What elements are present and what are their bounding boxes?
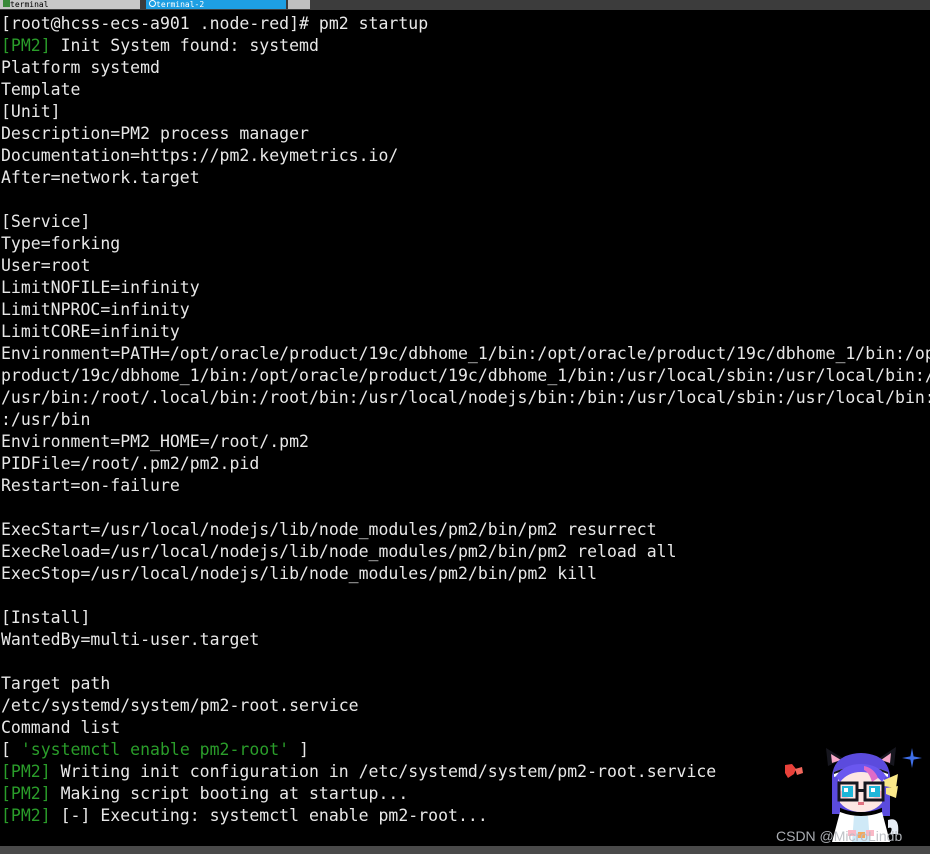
- terminal-segment: [PM2]: [1, 806, 51, 825]
- tab-label: terminal: [10, 0, 49, 9]
- terminal-segment: [-] Executing: systemctl enable pm2-root…: [50, 806, 488, 825]
- terminal-line: Description=PM2 process manager: [1, 124, 309, 143]
- terminal-line: [PM2] [-] Executing: systemctl enable pm…: [0, 805, 930, 827]
- terminal-icon: [149, 0, 156, 7]
- terminal-line: :/usr/bin: [1, 410, 91, 429]
- terminal-line: product/19c/dbhome_1/bin:/opt/oracle/pro…: [1, 366, 930, 385]
- tab-terminal-1[interactable]: terminal: [0, 0, 140, 9]
- terminal-line: [Service]: [1, 212, 91, 231]
- terminal-line: ExecReload=/usr/local/nodejs/lib/node_mo…: [1, 542, 677, 561]
- terminal-line: Restart=on-failure: [1, 476, 180, 495]
- terminal-line: LimitNOFILE=infinity: [1, 278, 200, 297]
- terminal-line: Command list: [1, 718, 121, 737]
- window-tab-strip: terminal terminal-2: [0, 0, 930, 10]
- terminal-segment: Writing init configuration in /etc/syste…: [50, 762, 717, 781]
- terminal-line: Environment=PATH=/opt/oracle/product/19c…: [1, 344, 930, 363]
- terminal-line: [PM2] Init System found: systemd: [0, 35, 930, 57]
- tab-new-button[interactable]: [288, 0, 310, 9]
- terminal-segment: Making script booting at startup...: [50, 784, 409, 803]
- terminal-segment: Init System found: systemd: [50, 36, 319, 55]
- terminal-icon: [3, 0, 10, 7]
- terminal-line: LimitCORE=infinity: [1, 322, 180, 341]
- terminal-line: WantedBy=multi-user.target: [1, 630, 260, 649]
- terminal-segment: ]: [289, 740, 309, 759]
- terminal-line: Platform systemd: [1, 58, 160, 77]
- terminal-line: Target path: [1, 674, 111, 693]
- terminal-line: [PM2] Making script booting at startup..…: [0, 783, 930, 805]
- window-bottom-bar: [0, 846, 930, 854]
- terminal-line: User=root: [1, 256, 91, 275]
- tab-terminal-2[interactable]: terminal-2: [146, 0, 286, 9]
- terminal-line: [root@hcss-ecs-a901 .node-red]# pm2 star…: [1, 14, 429, 33]
- terminal-line: [Unit]: [1, 102, 61, 121]
- terminal-line: Template: [1, 80, 81, 99]
- terminal-line: Environment=PM2_HOME=/root/.pm2: [1, 432, 309, 451]
- terminal-line: Documentation=https://pm2.keymetrics.io/: [1, 146, 399, 165]
- terminal-line: [Install]: [1, 608, 91, 627]
- terminal-segment: [PM2]: [1, 36, 51, 55]
- terminal-line: Type=forking: [1, 234, 121, 253]
- terminal-line: [ 'systemctl enable pm2-root' ]: [0, 739, 930, 761]
- terminal-line: LimitNPROC=infinity: [1, 300, 190, 319]
- terminal-line: /etc/systemd/system/pm2-root.service: [1, 696, 359, 715]
- terminal-line: ExecStop=/usr/local/nodejs/lib/node_modu…: [1, 564, 598, 583]
- terminal-line: After=network.target: [1, 168, 200, 187]
- terminal-segment: [PM2]: [1, 784, 51, 803]
- terminal-segment: 'systemctl enable pm2-root': [20, 740, 290, 759]
- terminal-line: PIDFile=/root/.pm2/pm2.pid: [1, 454, 260, 473]
- terminal-segment: [: [1, 740, 21, 759]
- tab-label: terminal-2: [156, 0, 205, 9]
- terminal-output[interactable]: [root@hcss-ecs-a901 .node-red]# pm2 star…: [0, 13, 930, 846]
- terminal-line: /usr/bin:/root/.local/bin:/root/bin:/usr…: [1, 388, 930, 407]
- terminal-line: ExecStart=/usr/local/nodejs/lib/node_mod…: [1, 520, 657, 539]
- terminal-line: [PM2] Writing init configuration in /etc…: [0, 761, 930, 783]
- terminal-segment: [PM2]: [1, 762, 51, 781]
